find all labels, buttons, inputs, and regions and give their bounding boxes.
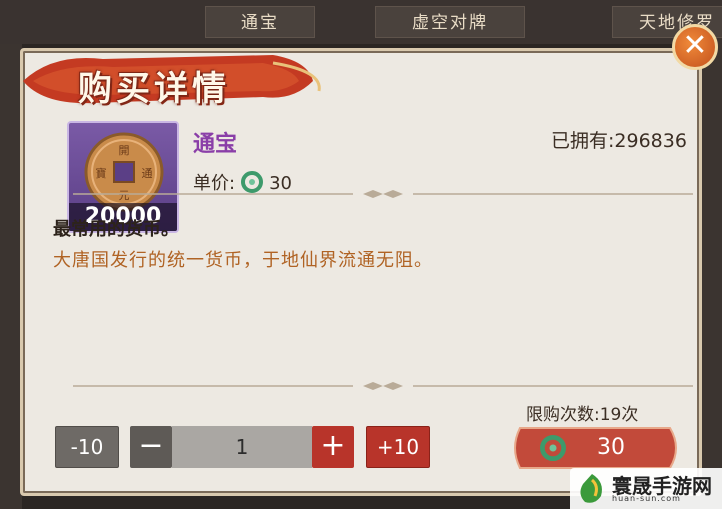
jade-currency-icon bbox=[540, 435, 566, 461]
site-watermark: 寰晟手游网 huan-sun.com bbox=[570, 468, 722, 509]
buy-button[interactable]: 30 bbox=[510, 422, 682, 474]
background-tab-bar: 通宝 虚空对牌 天地修罗 bbox=[0, 0, 722, 44]
minus-button[interactable]: − bbox=[130, 426, 172, 468]
owned-value: 296836 bbox=[614, 130, 687, 152]
svg-text:開: 開 bbox=[119, 144, 130, 157]
background-right-panel bbox=[700, 44, 722, 509]
buy-price: 30 bbox=[597, 435, 625, 460]
divider-top bbox=[73, 190, 693, 198]
item-description: 最常用的货币。 bbox=[53, 219, 179, 240]
close-icon: ✕ bbox=[682, 28, 708, 63]
svg-text:寶: 寶 bbox=[96, 166, 107, 180]
item-lore: 大唐国发行的统一货币，于地仙界流通无阻。 bbox=[53, 250, 433, 271]
owned-count: 已拥有:296836 bbox=[551, 126, 687, 153]
background-tab-tongbao: 通宝 bbox=[205, 6, 315, 38]
watermark-logo-icon bbox=[580, 474, 602, 503]
item-name: 通宝 bbox=[193, 132, 238, 157]
minus-ten-button[interactable]: -10 bbox=[55, 426, 119, 468]
quantity-field[interactable]: 1 bbox=[172, 426, 312, 468]
plus-ten-button[interactable]: +10 bbox=[366, 426, 430, 468]
svg-text:通: 通 bbox=[142, 167, 153, 180]
owned-label: 已拥有: bbox=[551, 130, 615, 152]
dialog-title: 购买详情 bbox=[78, 69, 230, 109]
background-left-panel bbox=[0, 44, 22, 509]
plus-button[interactable]: + bbox=[312, 426, 354, 468]
background-tab-void-token: 虚空对牌 bbox=[375, 6, 525, 38]
watermark-url: huan-sun.com bbox=[612, 494, 681, 503]
close-button[interactable]: ✕ bbox=[672, 24, 718, 70]
divider-bottom bbox=[73, 382, 693, 390]
